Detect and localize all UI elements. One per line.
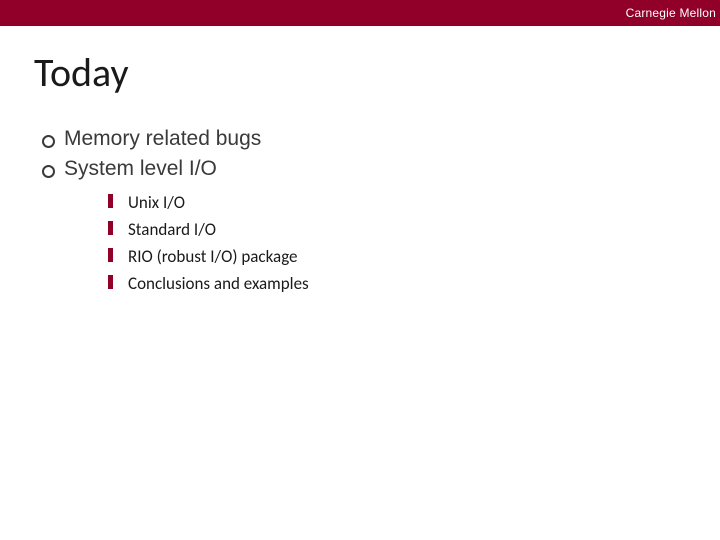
slide-title: Today [34,48,686,97]
sub-list-item-text: Unix I/O [128,192,185,213]
header-stripe: Carnegie Mellon [0,0,720,26]
org-name: Carnegie Mellon [626,6,716,20]
sub-list-item: Unix I/O [108,192,686,215]
slide-body: Today Memory related bugs System level I… [0,26,720,295]
sub-list-item-text: Conclusions and examples [128,273,309,294]
sub-list-item: RIO (robust I/O) package [108,246,686,269]
sub-list-item-text: RIO (robust I/O) package [128,246,298,267]
sub-list-item: Conclusions and examples [108,273,686,296]
list-item-text: Memory related bugs [64,127,261,150]
list-item: Memory related bugs [40,125,686,153]
top-level-list: Memory related bugs System level I/O Uni… [34,125,686,295]
sub-list: Unix I/O Standard I/O RIO (robust I/O) p… [64,192,686,296]
sub-list-item: Standard I/O [108,219,686,242]
sub-list-item-text: Standard I/O [128,219,216,240]
list-item-text: System level I/O [64,157,217,180]
list-item: System level I/O Unix I/O Standard I/O R… [40,155,686,295]
